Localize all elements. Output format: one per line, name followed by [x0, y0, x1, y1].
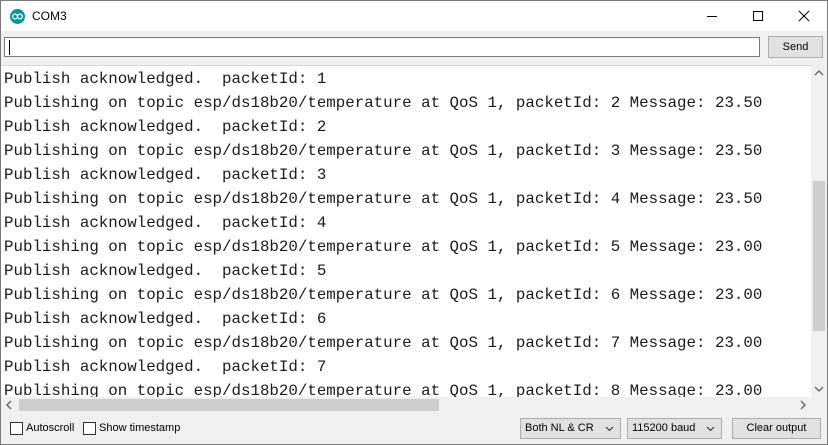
close-button[interactable] — [781, 1, 827, 31]
scroll-down-icon[interactable] — [811, 381, 827, 397]
send-button[interactable]: Send — [768, 36, 823, 58]
autoscroll-label: Autoscroll — [26, 422, 75, 434]
output-line: Publish acknowledged. packetId: 5 — [4, 262, 327, 280]
scroll-up-icon[interactable] — [811, 65, 827, 81]
vertical-scroll-thumb[interactable] — [813, 181, 825, 331]
output-line: Publish acknowledged. packetId: 2 — [4, 118, 327, 136]
line-ending-select[interactable]: Both NL & CR — [520, 418, 621, 439]
output-line: Publish acknowledged. packetId: 6 — [4, 310, 327, 328]
chevron-down-icon — [706, 426, 715, 432]
arduino-icon — [10, 9, 25, 24]
send-bar: Send — [1, 31, 827, 63]
output-line: Publish acknowledged. packetId: 7 — [4, 358, 327, 376]
minimize-button[interactable] — [689, 1, 735, 31]
maximize-button[interactable] — [735, 1, 781, 31]
close-icon — [798, 10, 810, 22]
show-timestamp-label: Show timestamp — [99, 422, 181, 434]
show-timestamp-checkbox[interactable] — [83, 422, 96, 435]
status-bar: Autoscroll Show timestamp Both NL & CR 1… — [1, 413, 827, 444]
autoscroll-checkbox[interactable] — [10, 422, 23, 435]
scrollbar-corner — [811, 397, 827, 413]
send-input[interactable] — [4, 37, 760, 57]
output-line: Publishing on topic esp/ds18b20/temperat… — [4, 382, 763, 398]
output-line: Publish acknowledged. packetId: 4 — [4, 214, 327, 232]
output-line: Publishing on topic esp/ds18b20/temperat… — [4, 334, 763, 352]
serial-output[interactable]: Publish acknowledged. packetId: 1 Publish… — [1, 65, 811, 398]
baud-rate-value: 115200 baud — [632, 422, 696, 434]
scroll-left-icon[interactable] — [1, 397, 17, 413]
chevron-down-icon — [605, 426, 614, 432]
horizontal-scroll-thumb[interactable] — [19, 399, 439, 411]
scroll-right-icon[interactable] — [795, 397, 811, 413]
output-line: Publishing on topic esp/ds18b20/temperat… — [4, 94, 763, 112]
output-line: Publishing on topic esp/ds18b20/temperat… — [4, 286, 763, 304]
output-line: Publish acknowledged. packetId: 3 — [4, 166, 327, 184]
clear-output-button[interactable]: Clear output — [732, 418, 821, 439]
output-line: Publish acknowledged. packetId: 1 — [4, 70, 327, 88]
horizontal-scrollbar[interactable] — [1, 397, 811, 413]
output-line: Publishing on topic esp/ds18b20/temperat… — [4, 238, 763, 256]
maximize-icon — [753, 11, 763, 21]
minimize-icon — [707, 16, 717, 17]
vertical-scrollbar[interactable] — [811, 65, 827, 397]
window-title: COM3 — [32, 9, 67, 23]
text-caret — [9, 40, 10, 55]
title-bar[interactable]: COM3 — [1, 1, 827, 31]
serial-monitor-window: COM3 Send Publish acknowledged. packetId… — [0, 0, 828, 445]
output-line: Publishing on topic esp/ds18b20/temperat… — [4, 190, 763, 208]
output-line: Publishing on topic esp/ds18b20/temperat… — [4, 142, 763, 160]
baud-rate-select[interactable]: 115200 baud — [627, 418, 722, 439]
line-ending-value: Both NL & CR — [525, 422, 594, 434]
